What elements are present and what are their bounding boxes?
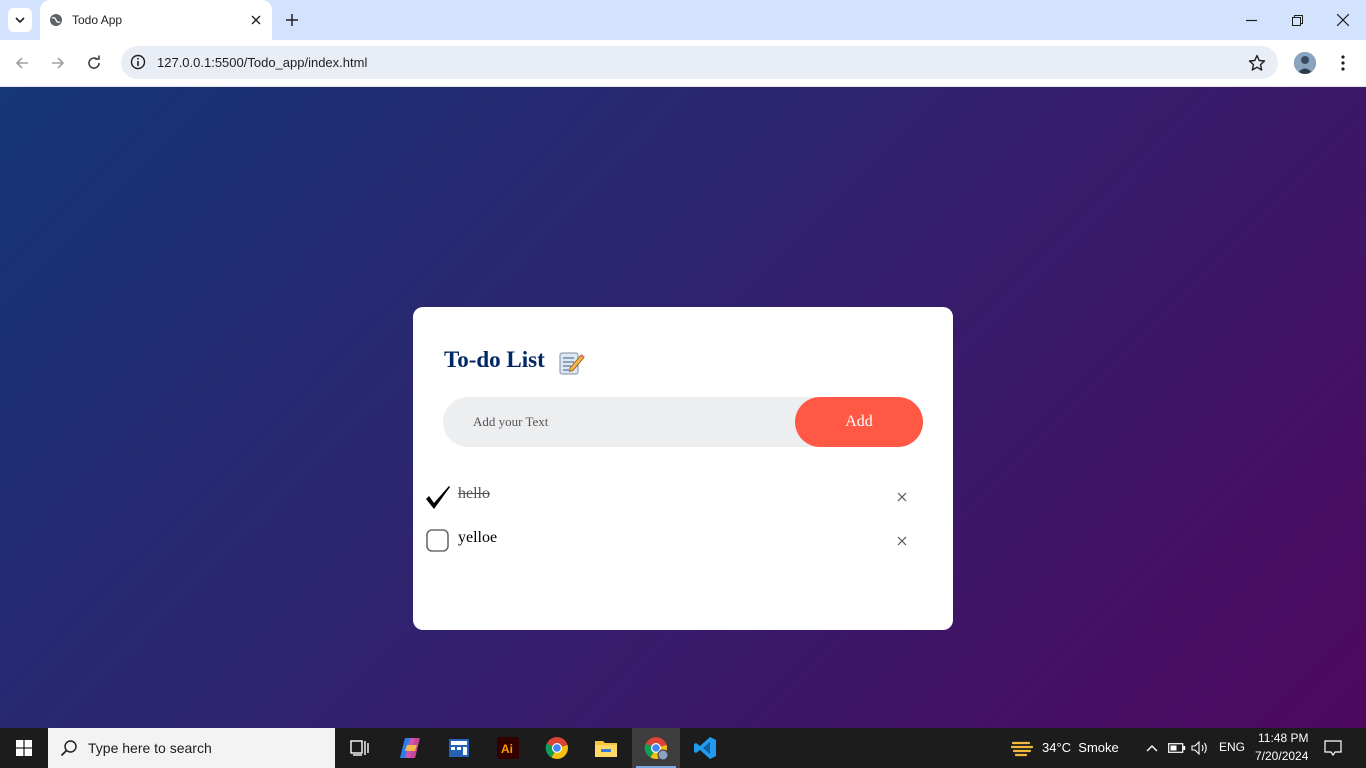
vscode-button[interactable] [681, 728, 729, 768]
close-icon [897, 492, 907, 502]
browser-menu-button[interactable] [1336, 52, 1350, 74]
clock-time[interactable]: 11:48 PM [1258, 731, 1308, 745]
task-item[interactable]: hello [425, 477, 925, 513]
vscode-icon [694, 737, 716, 759]
checkbox-icon[interactable] [425, 528, 451, 554]
calculator-icon [449, 739, 469, 757]
copilot-button[interactable] [386, 728, 434, 768]
profile-avatar[interactable] [1294, 52, 1316, 74]
task-text: hello [458, 485, 490, 502]
task-entry-row: Add [443, 397, 923, 447]
chevron-up-icon [1146, 745, 1158, 752]
notifications-button[interactable] [1323, 738, 1343, 758]
speaker-icon [1191, 741, 1207, 755]
memo-icon [559, 352, 585, 375]
reload-button[interactable] [83, 52, 105, 74]
forward-button[interactable] [47, 52, 69, 74]
illustrator-button[interactable]: Ai [484, 728, 532, 768]
task-input[interactable] [443, 397, 773, 447]
tab-close-button[interactable] [248, 12, 264, 28]
task-view-button[interactable] [336, 728, 384, 768]
add-button[interactable]: Add [795, 397, 923, 447]
close-icon [897, 536, 907, 546]
tab-title: Todo App [72, 13, 123, 27]
weather-text[interactable]: 34°C Smoke [1042, 740, 1119, 755]
windows-logo-icon [16, 740, 32, 756]
windows-taskbar: Type here to search Ai 34°C Smoke ENG 11… [0, 728, 1366, 768]
show-hidden-icons-button[interactable] [1142, 738, 1162, 758]
avatar-icon [1294, 52, 1316, 74]
address-bar[interactable]: 127.0.0.1:5500/Todo_app/index.html [121, 46, 1278, 79]
chrome-profile-button[interactable] [632, 728, 680, 768]
tab-search-button[interactable] [8, 8, 32, 32]
weather-haze-icon[interactable] [1011, 738, 1033, 758]
close-window-button[interactable] [1333, 10, 1353, 30]
chrome-button[interactable] [533, 728, 581, 768]
checkmark-icon[interactable] [425, 485, 451, 511]
browser-tab[interactable]: Todo App [40, 0, 272, 40]
battery-icon [1168, 743, 1186, 753]
search-placeholder: Type here to search [88, 740, 212, 756]
notification-icon [1324, 740, 1342, 756]
reload-icon [88, 55, 100, 69]
back-button[interactable] [11, 52, 33, 74]
task-item[interactable]: yelloe [425, 521, 925, 557]
copilot-icon [400, 738, 420, 758]
folder-icon [595, 741, 617, 757]
delete-task-button[interactable] [895, 490, 909, 504]
svg-text:Ai: Ai [501, 742, 513, 756]
restore-button[interactable] [1287, 10, 1307, 30]
calculator-button[interactable] [435, 728, 483, 768]
taskbar-search-box[interactable]: Type here to search [48, 728, 335, 768]
url-text[interactable]: 127.0.0.1:5500/Todo_app/index.html [157, 55, 367, 70]
more-vertical-icon [1341, 55, 1345, 71]
file-explorer-button[interactable] [582, 728, 630, 768]
clock-date[interactable]: 7/20/2024 [1255, 749, 1308, 763]
info-icon[interactable] [130, 54, 146, 70]
language-indicator[interactable]: ENG [1219, 740, 1245, 754]
search-icon [60, 740, 77, 757]
chrome-icon [545, 737, 568, 759]
page-title: To-do List [444, 347, 545, 372]
page-viewport: To-do List Add hello yelloe [0, 87, 1366, 728]
start-button[interactable] [0, 728, 48, 768]
browser-toolbar: 127.0.0.1:5500/Todo_app/index.html [0, 40, 1366, 87]
minimize-icon [1245, 19, 1257, 21]
task-text: yelloe [458, 529, 498, 546]
todo-card: To-do List Add hello yelloe [413, 307, 953, 630]
plus-icon [286, 14, 298, 26]
close-icon [1337, 14, 1349, 26]
delete-task-button[interactable] [895, 534, 909, 548]
new-tab-button[interactable] [282, 10, 302, 30]
bookmark-star-icon[interactable] [1248, 54, 1266, 72]
browser-tab-bar: Todo App [0, 0, 1366, 40]
chrome-icon [644, 737, 668, 760]
battery-button[interactable] [1167, 738, 1187, 758]
minimize-button[interactable] [1241, 10, 1261, 30]
arrow-left-icon [15, 57, 28, 69]
globe-icon [50, 14, 62, 26]
restore-icon [1291, 14, 1303, 26]
close-icon [251, 15, 261, 25]
chevron-down-icon [15, 17, 25, 24]
illustrator-icon: Ai [497, 737, 519, 759]
arrow-right-icon [52, 57, 65, 69]
task-view-icon [350, 740, 369, 756]
volume-button[interactable] [1190, 738, 1210, 758]
